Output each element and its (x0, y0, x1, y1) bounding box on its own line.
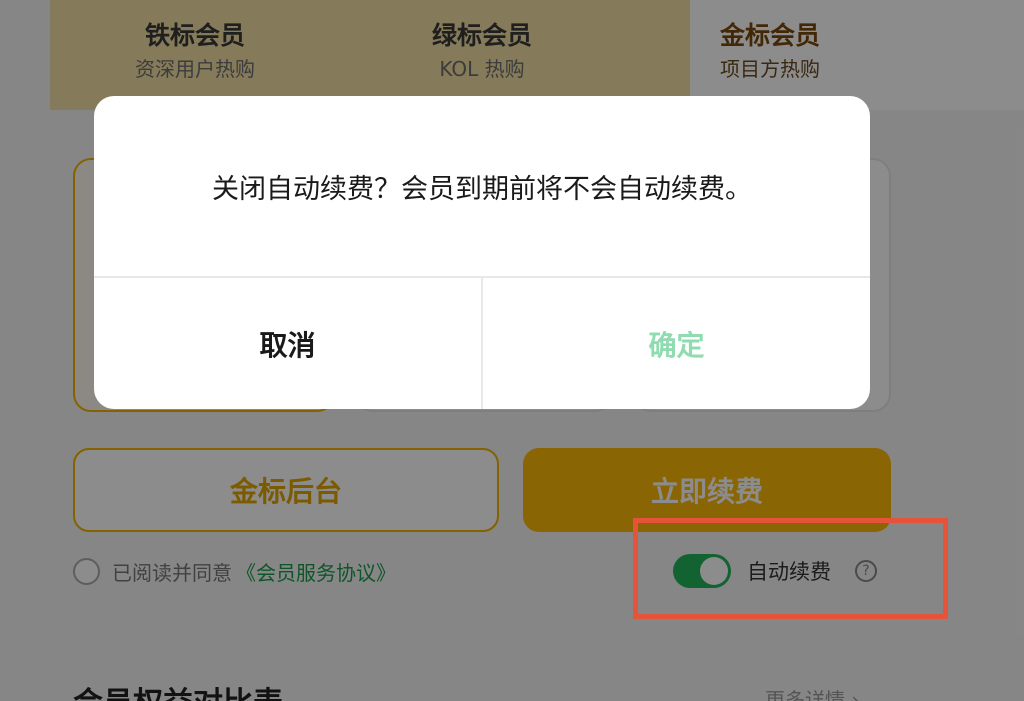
confirm-button[interactable]: 确定 (483, 278, 870, 409)
dialog-message: 关闭自动续费？会员到期前将不会自动续费。 (212, 173, 752, 205)
highlight-box (633, 518, 948, 619)
cancel-button[interactable]: 取消 (94, 278, 481, 409)
confirm-dialog: 关闭自动续费？会员到期前将不会自动续费。 取消 确定 (94, 96, 870, 409)
